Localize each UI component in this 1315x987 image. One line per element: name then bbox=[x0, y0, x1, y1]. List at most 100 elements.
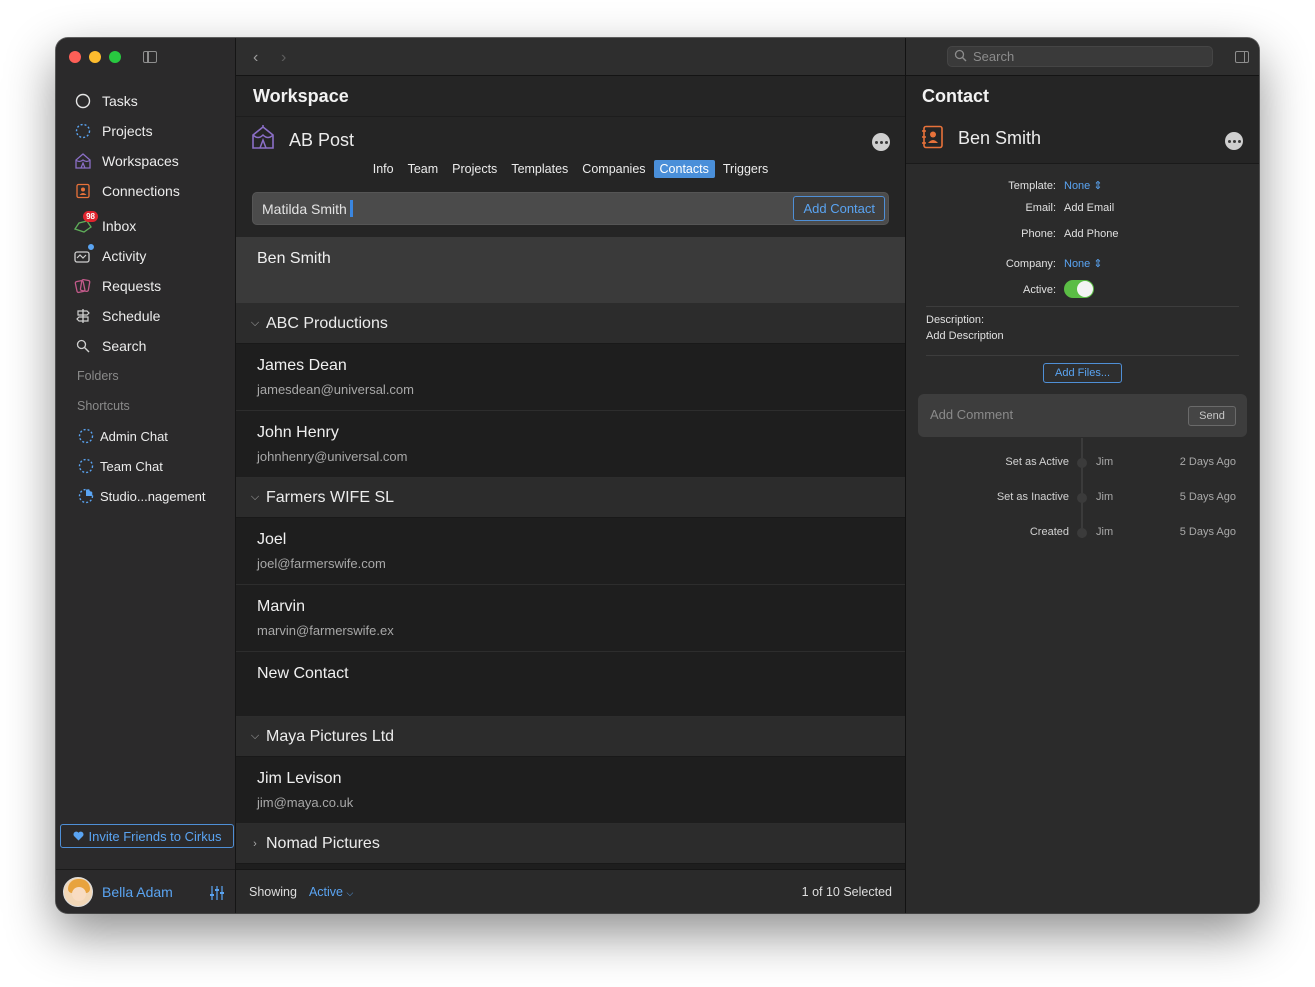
sidebar-item-requests[interactable]: Requests bbox=[56, 271, 235, 301]
send-button[interactable]: Send bbox=[1188, 406, 1236, 426]
sidebar-item-projects[interactable]: Projects bbox=[56, 116, 235, 146]
more-options-icon[interactable] bbox=[872, 133, 890, 151]
shortcut-admin-chat[interactable]: Admin Chat bbox=[56, 421, 235, 451]
timeline-user: Jim bbox=[1096, 491, 1114, 503]
tab-projects[interactable]: Projects bbox=[446, 160, 503, 178]
sidebar-item-workspaces[interactable]: Workspaces bbox=[56, 146, 235, 176]
selection-count: 1 of 10 Selected bbox=[801, 884, 892, 899]
group-name: Nomad Pictures bbox=[266, 834, 380, 852]
magnifier-icon bbox=[74, 337, 92, 355]
shortcuts-section-label[interactable]: Shortcuts bbox=[56, 391, 235, 421]
circus-tent-icon bbox=[74, 152, 92, 170]
contact-email: jamesdean@universal.com bbox=[257, 382, 414, 397]
workspace-pane: ‹ › Workspace AB Post Info Team Projects… bbox=[236, 38, 906, 913]
contact-list: Ben Smith ⌵ ABC Productions James Dean j… bbox=[236, 237, 905, 864]
contact-name: Ben Smith bbox=[257, 250, 331, 267]
contact-name: New Contact bbox=[257, 665, 349, 682]
shortcut-studio-management[interactable]: Studio...nagement bbox=[56, 481, 235, 511]
sidebar-item-activity[interactable]: Activity bbox=[56, 241, 235, 271]
list-item[interactable]: Joel joel@farmerswife.com bbox=[236, 518, 905, 585]
sidebar-item-label: Activity bbox=[102, 248, 147, 264]
folders-section-label[interactable]: Folders bbox=[56, 361, 235, 391]
showing-label: Showing bbox=[249, 884, 297, 899]
comment-input[interactable]: Add Comment Send bbox=[918, 394, 1247, 437]
group-header[interactable]: ⌵ Maya Pictures Ltd bbox=[236, 717, 905, 757]
more-options-icon[interactable] bbox=[1225, 132, 1243, 150]
list-item[interactable]: Ben Smith bbox=[236, 237, 905, 304]
list-item[interactable]: James Dean jamesdean@universal.com bbox=[236, 344, 905, 411]
forward-chevron-icon[interactable]: › bbox=[281, 49, 286, 67]
window-controls bbox=[69, 51, 121, 63]
tab-contacts[interactable]: Contacts bbox=[653, 160, 715, 178]
minimize-window-button[interactable] bbox=[89, 51, 101, 63]
showing-filter-dropdown[interactable]: Active ⌵ bbox=[309, 885, 353, 899]
list-item[interactable]: Marvin marvin@farmerswife.ex bbox=[236, 585, 905, 652]
email-label: Email: bbox=[1025, 202, 1056, 214]
company-dropdown[interactable]: None ⇕ bbox=[1064, 257, 1103, 270]
timeline-time: 5 Days Ago bbox=[1179, 526, 1236, 538]
workspace-tabs: Info Team Projects Templates Companies C… bbox=[236, 160, 905, 178]
tab-triggers[interactable]: Triggers bbox=[717, 160, 774, 178]
dotted-circle-icon bbox=[77, 458, 94, 475]
active-label: Active: bbox=[1022, 284, 1056, 296]
contact-name: Jim Levison bbox=[257, 770, 342, 787]
close-window-button[interactable] bbox=[69, 51, 81, 63]
chevron-right-icon: › bbox=[253, 837, 257, 850]
tab-info[interactable]: Info bbox=[367, 160, 400, 178]
group-header[interactable]: ⌵ ABC Productions bbox=[236, 304, 905, 344]
description-field[interactable]: Add Description bbox=[926, 330, 1004, 342]
active-toggle[interactable] bbox=[1064, 280, 1094, 298]
search-input[interactable]: Search bbox=[947, 46, 1213, 67]
sidebar-item-label: Tasks bbox=[102, 93, 138, 109]
description-label: Description: bbox=[926, 314, 985, 326]
zoom-window-button[interactable] bbox=[109, 51, 121, 63]
email-field[interactable]: Add Email bbox=[1064, 202, 1114, 214]
sidebar-item-label: Search bbox=[102, 338, 147, 354]
new-contact-input[interactable] bbox=[253, 200, 794, 217]
sidebar-item-connections[interactable]: Connections bbox=[56, 176, 235, 206]
group-name: Farmers WIFE SL bbox=[266, 488, 395, 506]
list-item[interactable]: John Henry johnhenry@universal.com bbox=[236, 411, 905, 478]
contact-name: James Dean bbox=[257, 357, 347, 374]
sidebar-item-schedule[interactable]: Schedule bbox=[56, 301, 235, 331]
search-icon bbox=[954, 49, 967, 65]
add-files-button[interactable]: Add Files... bbox=[1043, 363, 1122, 383]
timeline-user: Jim bbox=[1096, 456, 1114, 468]
shortcut-label: Studio...nagement bbox=[100, 488, 206, 504]
circle-icon bbox=[74, 92, 92, 110]
updown-chevron-icon: ⇕ bbox=[1093, 258, 1103, 270]
updown-chevron-icon: ⇕ bbox=[1093, 180, 1103, 192]
invite-friends-button[interactable]: Invite Friends to Cirkus bbox=[60, 824, 234, 848]
signpost-icon bbox=[74, 307, 92, 325]
sidebar-item-inbox[interactable]: 98 Inbox bbox=[56, 211, 235, 241]
tab-companies[interactable]: Companies bbox=[576, 160, 651, 178]
user-name[interactable]: Bella Adam bbox=[102, 884, 173, 900]
sidebar-nav: Tasks Projects Workspaces Connections 98… bbox=[56, 86, 235, 511]
settings-sliders-icon[interactable] bbox=[209, 885, 225, 906]
shortcut-label: Admin Chat bbox=[100, 428, 168, 444]
back-chevron-icon[interactable]: ‹ bbox=[253, 49, 258, 67]
phone-label: Phone: bbox=[1021, 228, 1056, 240]
shortcut-team-chat[interactable]: Team Chat bbox=[56, 451, 235, 481]
sidebar-item-search[interactable]: Search bbox=[56, 331, 235, 361]
list-item[interactable]: Jim Levison jim@maya.co.uk bbox=[236, 757, 905, 824]
phone-field[interactable]: Add Phone bbox=[1064, 228, 1118, 240]
sidebar-toggle-icon[interactable] bbox=[143, 51, 157, 63]
comment-placeholder: Add Comment bbox=[930, 407, 1014, 422]
partial-circle-icon bbox=[77, 488, 94, 505]
add-contact-button[interactable]: Add Contact bbox=[793, 196, 885, 221]
group-header[interactable]: ⌵ Farmers WIFE SL bbox=[236, 478, 905, 518]
list-item[interactable]: New Contact bbox=[236, 652, 905, 717]
tab-team[interactable]: Team bbox=[402, 160, 445, 178]
template-dropdown[interactable]: None ⇕ bbox=[1064, 179, 1103, 192]
timeline-line bbox=[1081, 438, 1083, 538]
chevron-down-icon: ⌵ bbox=[250, 317, 260, 329]
avatar[interactable] bbox=[63, 876, 93, 907]
tab-templates[interactable]: Templates bbox=[505, 160, 574, 178]
shortcut-label: Team Chat bbox=[100, 458, 163, 474]
inspector-toggle-icon[interactable] bbox=[1235, 51, 1249, 63]
timeline-action: Set as Inactive bbox=[996, 491, 1069, 503]
sidebar-item-tasks[interactable]: Tasks bbox=[56, 86, 235, 116]
contact-email: marvin@farmerswife.ex bbox=[257, 623, 394, 638]
group-header[interactable]: › Nomad Pictures bbox=[236, 824, 905, 864]
